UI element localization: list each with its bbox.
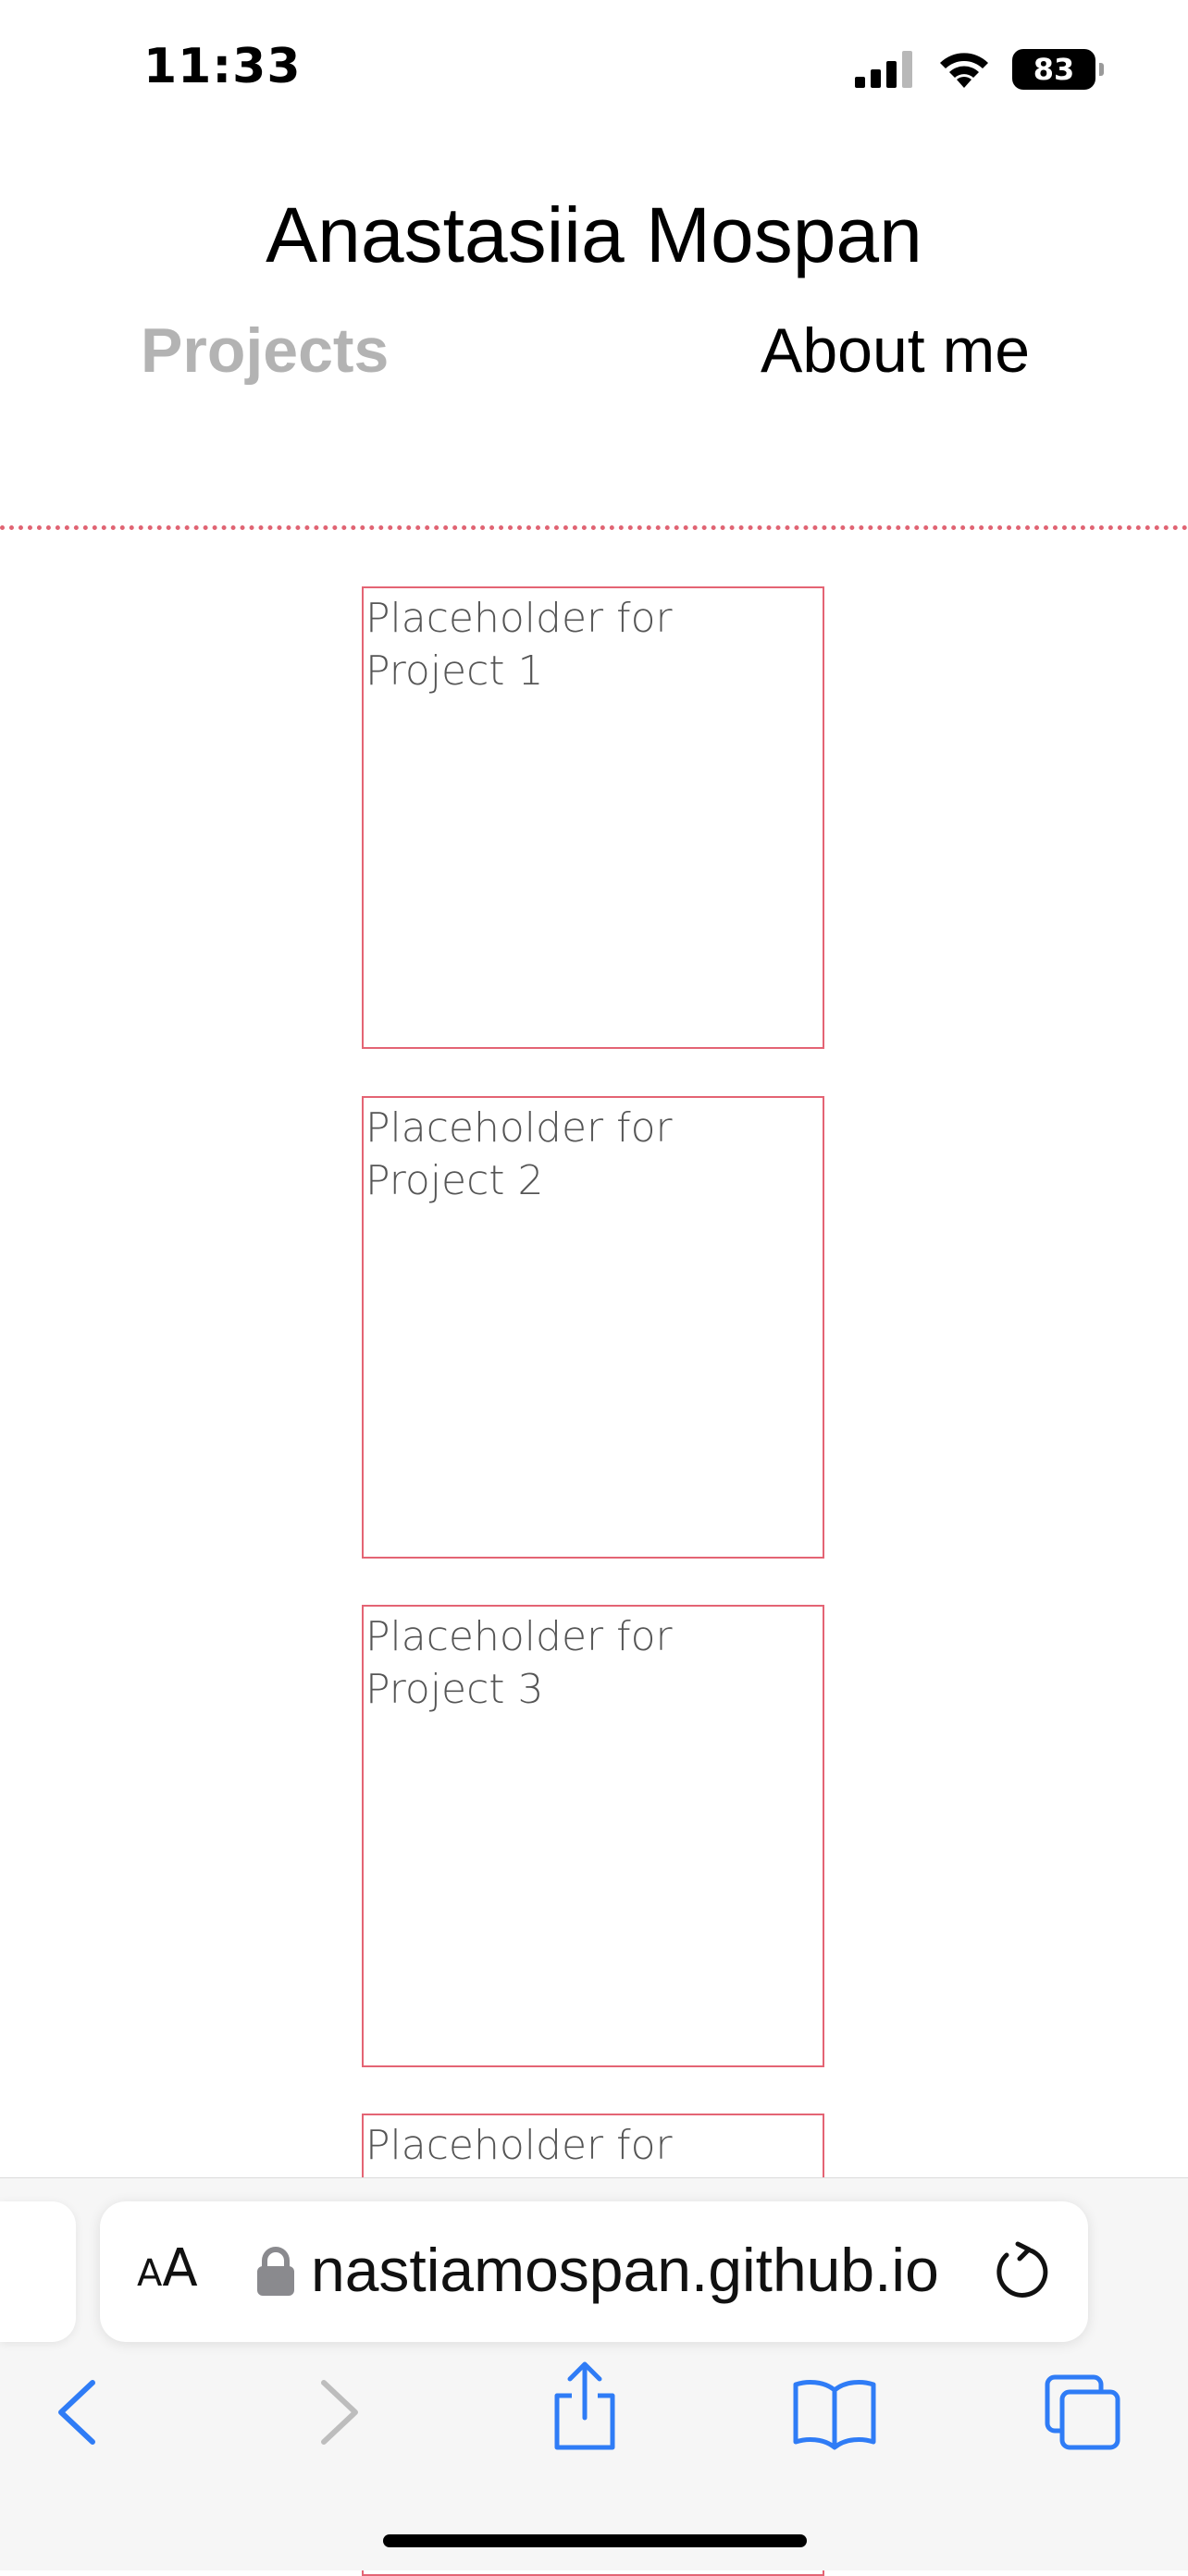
project-card-label: Placeholder for — [365, 2122, 673, 2169]
cellular-signal-icon — [855, 51, 912, 88]
project-card-label: Placeholder for Project 2 — [365, 1104, 673, 1204]
project-card-label: Placeholder for Project 3 — [365, 1613, 673, 1713]
project-card-label: Placeholder for Project 1 — [365, 595, 673, 695]
nav-link-projects[interactable]: Projects — [141, 314, 389, 387]
text-size-label-small: A — [137, 2252, 163, 2295]
status-icons: 83 — [855, 44, 1104, 94]
battery-icon: 83 — [1012, 49, 1104, 90]
bookmarks-icon[interactable] — [792, 2373, 877, 2451]
text-size-button[interactable]: A A — [137, 2238, 198, 2305]
site-title: Anastasiia Mospan — [266, 191, 922, 278]
status-time: 11:33 — [143, 39, 302, 94]
back-icon[interactable] — [41, 2373, 118, 2451]
project-card-1[interactable]: Placeholder for Project 1 — [362, 586, 824, 1049]
text-size-label-large: A — [162, 2238, 198, 2299]
lock-icon — [257, 2247, 294, 2296]
nav-link-about[interactable]: About me — [761, 314, 1030, 387]
battery-level: 83 — [1033, 52, 1075, 87]
tabs-icon[interactable] — [1044, 2373, 1121, 2451]
url-text[interactable]: nastiamospan.github.io — [311, 2235, 939, 2305]
project-card-3[interactable]: Placeholder for Project 3 — [362, 1605, 824, 2067]
project-card-2[interactable]: Placeholder for Project 2 — [362, 1096, 824, 1559]
home-indicator[interactable] — [383, 2534, 807, 2547]
reload-icon[interactable] — [990, 2240, 1053, 2303]
previous-tab-peek[interactable] — [0, 2201, 76, 2342]
forward-icon[interactable] — [298, 2373, 376, 2451]
address-bar[interactable]: A A nastiamospan.github.io — [100, 2201, 1088, 2342]
wifi-icon — [940, 53, 988, 88]
share-icon[interactable] — [546, 2360, 624, 2453]
header-divider — [0, 525, 1188, 530]
